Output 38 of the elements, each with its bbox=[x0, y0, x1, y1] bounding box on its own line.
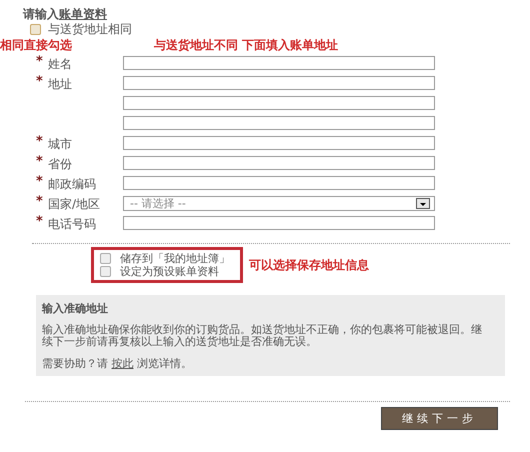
help-link[interactable]: 按此 bbox=[112, 357, 134, 370]
field-label: 邮政编码 bbox=[48, 177, 96, 191]
required-mark: * bbox=[36, 154, 43, 169]
input-field[interactable] bbox=[123, 216, 435, 230]
checkbox[interactable] bbox=[100, 266, 111, 277]
checkbox-label: 储存到「我的地址簿」 bbox=[120, 251, 230, 266]
input-field[interactable] bbox=[123, 116, 435, 130]
continue-button[interactable]: 继续下一步 bbox=[381, 407, 498, 430]
dropdown[interactable]: -- 请选择 -- bbox=[123, 196, 435, 211]
section-title: 请输入账单资料 bbox=[23, 7, 107, 21]
required-mark: * bbox=[36, 214, 43, 229]
checkbox[interactable] bbox=[100, 253, 111, 264]
field-label: 省份 bbox=[48, 157, 72, 171]
help-text: 需要协助？请 按此 浏览详情。 bbox=[42, 358, 193, 370]
input-field[interactable] bbox=[123, 96, 435, 110]
field-label: 姓名 bbox=[48, 57, 72, 71]
field-label: 国家/地区 bbox=[48, 197, 100, 211]
required-mark: * bbox=[36, 74, 43, 89]
checkbox-label: 设定为预设账单资料 bbox=[120, 264, 219, 279]
input-field[interactable] bbox=[123, 56, 435, 70]
field-label: 地址 bbox=[48, 77, 72, 91]
field-label: 电话号码 bbox=[48, 217, 96, 231]
required-mark: * bbox=[36, 194, 43, 209]
input-field[interactable] bbox=[123, 136, 435, 150]
checkbox[interactable] bbox=[30, 24, 41, 35]
input-field[interactable] bbox=[123, 156, 435, 170]
required-mark: * bbox=[36, 134, 43, 149]
input-field[interactable] bbox=[123, 76, 435, 90]
annotation: 可以选择保存地址信息 bbox=[249, 256, 369, 274]
field-label: 城市 bbox=[48, 137, 72, 151]
required-mark: * bbox=[36, 174, 43, 189]
checkbox-label: 与送货地址相同 bbox=[48, 21, 132, 38]
annotation: 相同直接勾选 bbox=[0, 36, 72, 54]
required-mark: * bbox=[36, 54, 43, 69]
annotation: 与送货地址不同 下面填入账单地址 bbox=[154, 36, 338, 54]
input-field[interactable] bbox=[123, 176, 435, 190]
notice-title: 输入准确地址 bbox=[42, 301, 109, 316]
notice-text: 输入准确地址确保你能收到你的订购货品。如送货地址不正确，你的包裹将可能被退回。继续下一步前请再复核以上输入的送货地址是否准确无误。 bbox=[42, 324, 483, 348]
